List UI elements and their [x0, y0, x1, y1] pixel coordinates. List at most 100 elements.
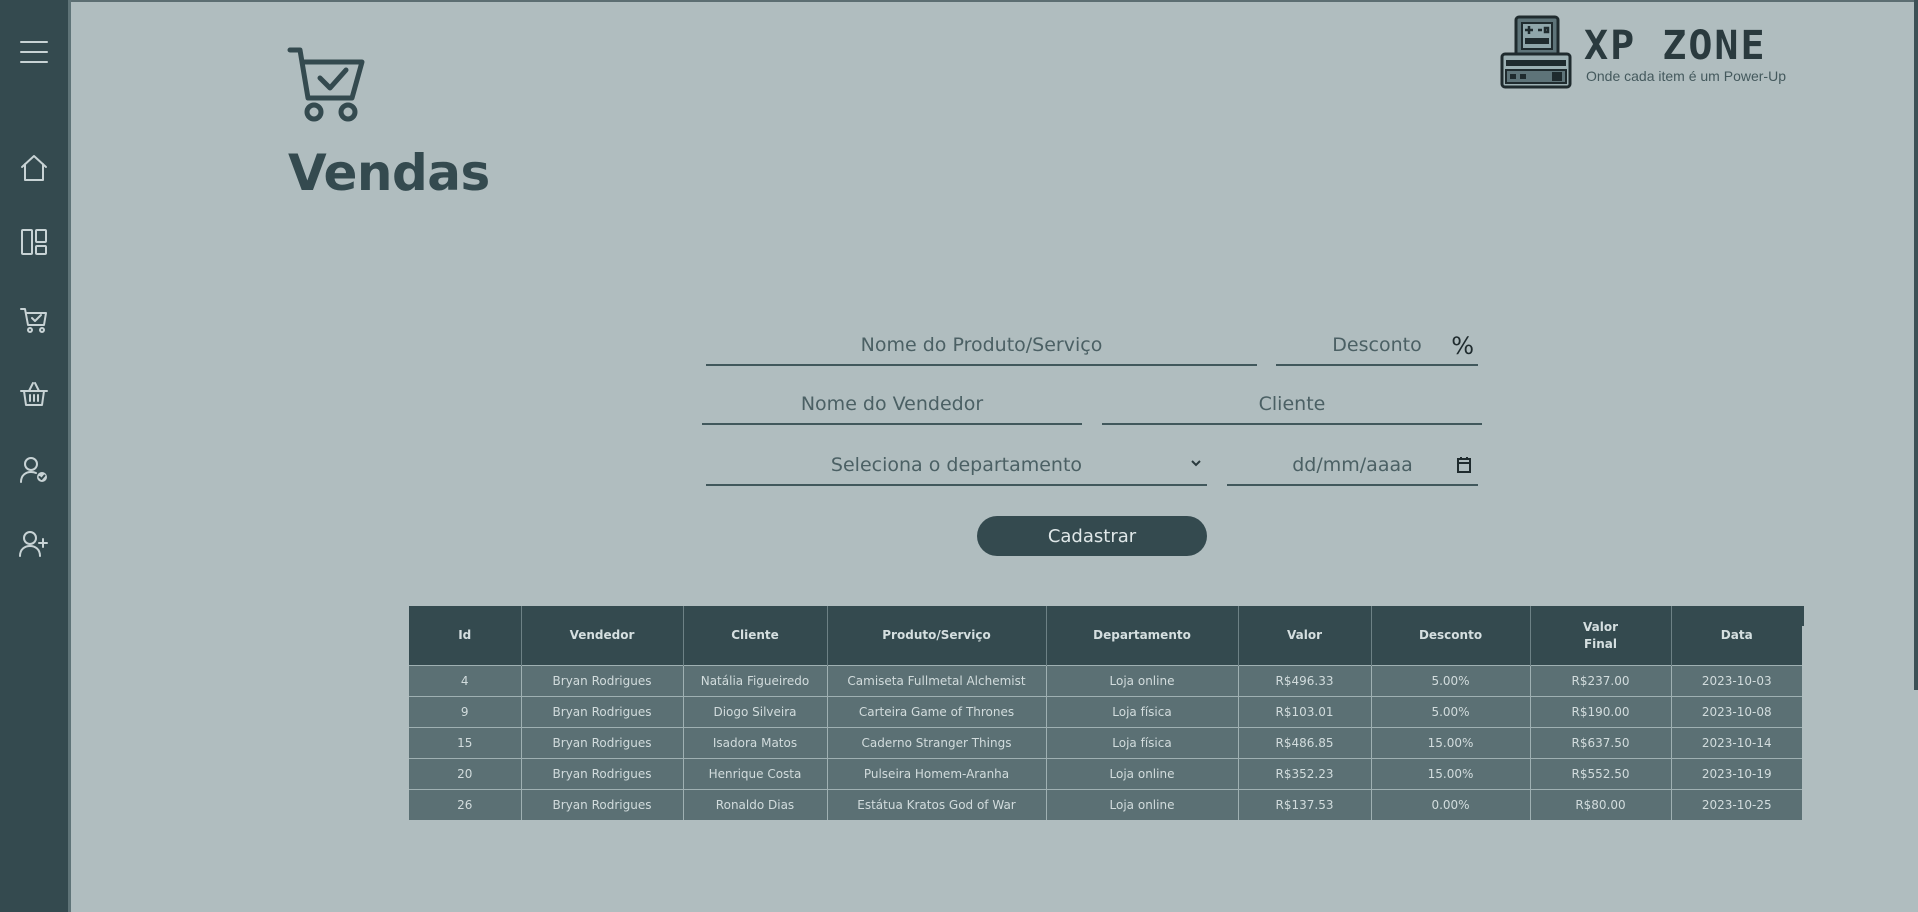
sidebar-item-add-user[interactable]	[14, 524, 54, 564]
chevron-down-icon	[1191, 460, 1201, 467]
user-add-icon	[19, 531, 48, 557]
cell-valor: R$103.01	[1238, 696, 1372, 728]
date-input[interactable]: dd/mm/aaaa	[1227, 446, 1478, 486]
sidebar	[0, 0, 71, 912]
sidebar-item-home[interactable]	[14, 148, 54, 188]
cell-desconto: 15.00%	[1371, 758, 1531, 790]
table-row[interactable]: 4 Bryan Rodrigues Natália Figueiredo Camise…	[409, 665, 1802, 697]
cell-data: 2023-10-08	[1671, 696, 1802, 728]
department-select-value: Seleciona o departamento	[830, 454, 1083, 476]
table-scrollbar[interactable]	[1801, 606, 1804, 626]
cell-id: 26	[409, 789, 522, 820]
cell-cliente: Isadora Matos	[683, 727, 828, 759]
cadastrar-button[interactable]: Cadastrar	[977, 516, 1207, 556]
cell-departamento: Loja online	[1046, 789, 1239, 820]
arcade-console-icon	[1500, 15, 1572, 89]
seller-name-input[interactable]: Nome do Vendedor	[702, 385, 1082, 425]
dashboard-icon	[21, 229, 47, 255]
col-header-valor[interactable]: Valor	[1238, 606, 1372, 666]
table-row[interactable]: 15 Bryan Rodrigues Isadora Matos Caderno St…	[409, 727, 1802, 759]
cell-desconto: 15.00%	[1371, 727, 1531, 759]
product-name-input[interactable]: Nome do Produto/Serviço	[706, 326, 1257, 366]
cell-departamento: Loja física	[1046, 696, 1239, 728]
table-row[interactable]: 9 Bryan Rodrigues Diogo Silveira Carteira G…	[409, 696, 1802, 728]
col-header-vendedor[interactable]: Vendedor	[521, 606, 684, 666]
cell-departamento: Loja online	[1046, 758, 1239, 790]
client-placeholder: Cliente	[1258, 393, 1326, 415]
cell-valor-final: R$552.50	[1530, 758, 1672, 790]
col-header-data[interactable]: Data	[1671, 606, 1802, 666]
table-header-row: Id Vendedor Cliente Produto/Serviço Depa…	[409, 606, 1802, 666]
cell-desconto: 0.00%	[1371, 789, 1531, 820]
cell-vendedor: Bryan Rodrigues	[521, 758, 684, 790]
cell-valor-final: R$80.00	[1530, 789, 1672, 820]
sidebar-item-sales[interactable]	[14, 300, 54, 340]
calendar-icon[interactable]	[1456, 456, 1472, 474]
basket-icon	[20, 382, 48, 406]
discount-placeholder: Desconto	[1332, 334, 1422, 356]
cell-cliente: Diogo Silveira	[683, 696, 828, 728]
sidebar-item-dashboard[interactable]	[14, 222, 54, 262]
cell-produto: Camiseta Fullmetal Alchemist	[827, 665, 1047, 697]
cell-departamento: Loja física	[1046, 727, 1239, 759]
cell-vendedor: Bryan Rodrigues	[521, 727, 684, 759]
cell-cliente: Ronaldo Dias	[683, 789, 828, 820]
table-row[interactable]: 20 Bryan Rodrigues Henrique Costa Pulseira …	[409, 758, 1802, 790]
sidebar-item-purchases[interactable]	[14, 374, 54, 414]
cell-data: 2023-10-14	[1671, 727, 1802, 759]
sidebar-item-users-approved[interactable]	[14, 450, 54, 490]
page-title: Vendas	[288, 144, 490, 202]
cell-valor: R$352.23	[1238, 758, 1372, 790]
cell-cliente: Natália Figueiredo	[683, 665, 828, 697]
cell-vendedor: Bryan Rodrigues	[521, 789, 684, 820]
cell-id: 9	[409, 696, 522, 728]
col-header-id[interactable]: Id	[409, 606, 522, 666]
cell-id: 4	[409, 665, 522, 697]
cell-id: 20	[409, 758, 522, 790]
cell-desconto: 5.00%	[1371, 696, 1531, 728]
cell-id: 15	[409, 727, 522, 759]
product-name-placeholder: Nome do Produto/Serviço	[860, 334, 1103, 356]
sales-table: Id Vendedor Cliente Produto/Serviço Depa…	[409, 606, 1802, 820]
col-header-departamento[interactable]: Departamento	[1046, 606, 1239, 666]
seller-name-placeholder: Nome do Vendedor	[800, 393, 984, 415]
user-check-icon	[20, 457, 47, 483]
col-header-valor-final[interactable]: Valor Final	[1530, 606, 1672, 666]
cell-desconto: 5.00%	[1371, 665, 1531, 697]
table-row[interactable]: 26 Bryan Rodrigues Ronaldo Dias Estátua Kra…	[409, 789, 1802, 820]
cell-valor-final: R$637.50	[1530, 727, 1672, 759]
cell-produto: Carteira Game of Thrones	[827, 696, 1047, 728]
discount-input[interactable]: Desconto %	[1276, 326, 1478, 366]
cell-data: 2023-10-19	[1671, 758, 1802, 790]
client-input[interactable]: Cliente	[1102, 385, 1482, 425]
col-header-desconto[interactable]: Desconto	[1371, 606, 1531, 666]
cell-valor: R$496.33	[1238, 665, 1372, 697]
menu-icon	[20, 41, 48, 63]
cell-produto: Caderno Stranger Things	[827, 727, 1047, 759]
cell-data: 2023-10-03	[1671, 665, 1802, 697]
percent-icon: %	[1451, 332, 1474, 360]
cell-vendedor: Bryan Rodrigues	[521, 665, 684, 697]
brand-tagline: Onde cada item é um Power-Up	[1586, 68, 1786, 84]
brand-logo[interactable]: XP ZONE Onde cada item é um Power-Up	[1496, 14, 1812, 90]
cell-valor-final: R$237.00	[1530, 665, 1672, 697]
cell-produto: Pulseira Homem-Aranha	[827, 758, 1047, 790]
cell-data: 2023-10-25	[1671, 789, 1802, 820]
cell-valor: R$486.85	[1238, 727, 1372, 759]
home-icon	[21, 155, 47, 181]
page-scrollbar[interactable]	[1914, 0, 1918, 690]
cell-valor-final: R$190.00	[1530, 696, 1672, 728]
col-header-cliente[interactable]: Cliente	[683, 606, 828, 666]
menu-button[interactable]	[14, 32, 54, 72]
cell-departamento: Loja online	[1046, 665, 1239, 697]
cell-cliente: Henrique Costa	[683, 758, 828, 790]
cart-check-icon	[287, 47, 365, 122]
col-header-produto[interactable]: Produto/Serviço	[827, 606, 1047, 666]
brand-name: XP ZONE	[1584, 23, 1767, 69]
cell-produto: Estátua Kratos God of War	[827, 789, 1047, 820]
page-header-icon	[286, 46, 366, 128]
date-placeholder: dd/mm/aaaa	[1292, 454, 1413, 476]
cell-vendedor: Bryan Rodrigues	[521, 696, 684, 728]
cart-check-icon	[20, 308, 47, 333]
department-select[interactable]: Seleciona o departamento	[706, 446, 1207, 486]
